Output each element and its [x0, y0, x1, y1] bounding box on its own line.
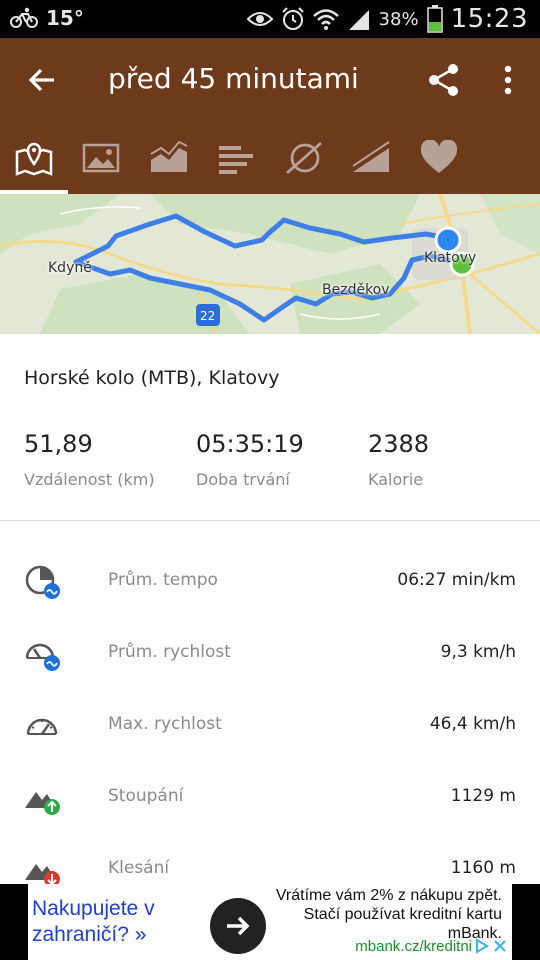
ad-url[interactable]: mbank.cz/kreditni [355, 938, 472, 955]
duration-value: 05:35:19 [196, 430, 304, 458]
ad-choices[interactable] [474, 938, 508, 954]
eye-icon [246, 12, 273, 26]
avg-speed-value: 9,3 km/h [440, 642, 516, 662]
alarm-icon [281, 7, 304, 30]
ad-body-line2: Stačí používat kreditní kartu [303, 906, 502, 923]
map-label-bezdekov: Bezděkov [322, 282, 390, 298]
descent-value: 1160 m [450, 858, 516, 878]
bars-icon [219, 146, 254, 174]
duration-stat: 05:35:19 Doba trvání [196, 430, 304, 489]
descent-icon [25, 864, 60, 887]
ad-headline-line2: zahraničí? » [32, 923, 147, 946]
tab-photos[interactable] [68, 122, 136, 194]
temperature: 15° [46, 6, 84, 30]
map-icon [15, 142, 52, 176]
max-speed-icon [26, 718, 58, 735]
calories-label: Kalorie [368, 470, 424, 489]
metric-row-ascent: Stoupání 1129 m [0, 762, 540, 834]
elevation-icon [352, 141, 390, 172]
chart-icon [150, 140, 188, 172]
ad-headline[interactable]: Nakupujete v zahraničí? » [32, 896, 155, 948]
distance-stat: 51,89 Vzdálenost (km) [24, 430, 155, 489]
signal-icon [348, 10, 369, 30]
calories-stat: 2388 Kalorie [368, 430, 429, 489]
distance-label: Vzdálenost (km) [24, 470, 155, 489]
wifi-icon [312, 9, 339, 30]
map-label-klatovy: Klatovy [424, 250, 477, 266]
route-map[interactable]: Kdyně Klatovy Bezděkov 22 [0, 194, 540, 334]
back-arrow-icon[interactable] [26, 64, 58, 96]
route-icon [285, 141, 322, 175]
start-marker [434, 226, 462, 254]
close-icon[interactable] [492, 938, 508, 954]
heart-icon [420, 140, 457, 173]
ascent-icon [25, 792, 60, 815]
activity-title: Horské kolo (MTB), Klatovy [24, 367, 280, 389]
ascent-label: Stoupání [108, 786, 184, 806]
avg-speed-icon [25, 643, 60, 671]
arrow-right-icon [227, 916, 250, 936]
duration-label: Doba trvání [196, 470, 290, 489]
share-icon[interactable] [426, 62, 462, 98]
tab-laps[interactable] [203, 122, 271, 194]
map-label-kdyne: Kdyně [48, 260, 92, 276]
ad-headline-line1: Nakupujete v [32, 897, 155, 920]
avg-pace-icon [25, 565, 60, 599]
avg-pace-label: Prům. tempo [108, 570, 218, 590]
status-bar: 15° 38% 15:23 [0, 0, 540, 38]
descent-label: Klesání [108, 858, 170, 878]
battery-percent: 38% [378, 8, 419, 30]
photo-icon [83, 143, 120, 173]
tab-heart[interactable] [405, 122, 473, 194]
road-number: 22 [200, 309, 216, 323]
tab-elevation[interactable] [338, 122, 406, 194]
max-speed-value: 46,4 km/h [429, 714, 516, 734]
page-title: před 45 minutami [108, 62, 359, 95]
max-speed-label: Max. rychlost [108, 714, 222, 734]
more-vert-icon[interactable] [496, 64, 520, 96]
tab-chart[interactable] [135, 122, 203, 194]
metric-row-avg-pace: Prům. tempo 06:27 min/km [0, 546, 540, 618]
divider [0, 520, 540, 521]
avg-speed-label: Prům. rychlost [108, 642, 231, 662]
ad-content[interactable]: Nakupujete v zahraničí? » Vrátíme vám 2%… [28, 884, 512, 960]
app-bar: před 45 minutami [0, 38, 540, 122]
cycling-icon [10, 7, 38, 28]
metric-row-max-speed: Max. rychlost 46,4 km/h [0, 690, 540, 762]
ad-banner[interactable]: Nakupujete v zahraničí? » Vrátíme vám 2%… [0, 884, 540, 960]
clock: 15:23 [450, 4, 528, 34]
battery-icon [426, 5, 443, 33]
ad-body: Vrátíme vám 2% z nákupu zpět. Stačí použ… [252, 886, 502, 943]
summary-stats: 51,89 Vzdálenost (km) 05:35:19 Doba trvá… [0, 430, 540, 520]
calories-value: 2388 [368, 430, 430, 458]
tab-route[interactable] [270, 122, 338, 194]
tab-bar [0, 122, 540, 194]
ad-body-line1: Vrátíme vám 2% z nákupu zpět. [275, 887, 502, 904]
adchoices-icon[interactable] [474, 938, 490, 954]
distance-value: 51,89 [24, 430, 93, 458]
avg-pace-value: 06:27 min/km [397, 570, 516, 590]
tab-map[interactable] [0, 122, 68, 194]
ascent-value: 1129 m [450, 786, 516, 806]
metric-row-avg-speed: Prům. rychlost 9,3 km/h [0, 618, 540, 690]
